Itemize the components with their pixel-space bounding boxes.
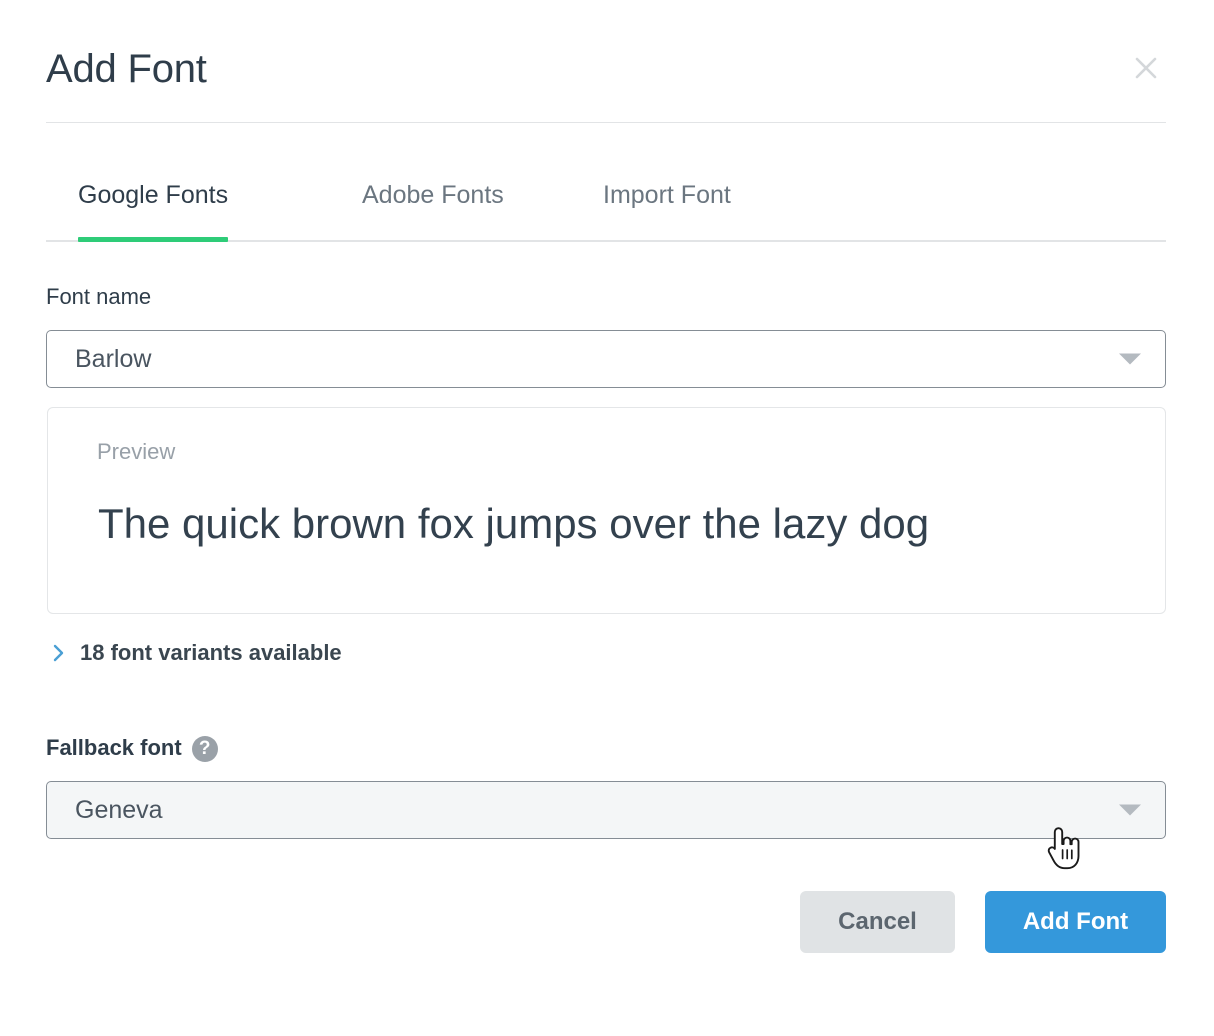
tab-google-fonts[interactable]: Google Fonts [62, 172, 244, 242]
page-title: Add Font [46, 40, 207, 98]
close-icon [1132, 54, 1160, 82]
tab-adobe-fonts[interactable]: Adobe Fonts [346, 172, 520, 242]
fallback-font-label: Fallback font ? [46, 734, 218, 762]
chevron-right-icon [52, 641, 66, 665]
dialog-header: Add Font [46, 40, 1166, 122]
close-button[interactable] [1126, 48, 1166, 88]
font-variants-label: 18 font variants available [80, 639, 342, 667]
add-font-dialog: Add Font Google Fonts Adobe Fonts Import… [0, 0, 1214, 1036]
tab-label: Google Fonts [78, 172, 228, 218]
tab-label: Adobe Fonts [362, 172, 504, 218]
preview-label: Preview [97, 438, 175, 466]
preview-sample-text: The quick brown fox jumps over the lazy … [98, 496, 929, 552]
add-font-button[interactable]: Add Font [985, 891, 1166, 953]
font-name-value: Barlow [75, 331, 151, 387]
fallback-font-value: Geneva [75, 782, 163, 838]
tab-import-font[interactable]: Import Font [587, 172, 747, 242]
help-circle-icon[interactable]: ? [192, 736, 218, 762]
font-name-select[interactable]: Barlow [46, 330, 1166, 388]
chevron-down-icon [1119, 354, 1141, 365]
font-name-label: Font name [46, 283, 151, 311]
fallback-font-select[interactable]: Geneva [46, 781, 1166, 839]
chevron-down-icon [1119, 805, 1141, 816]
fallback-font-label-text: Fallback font [46, 734, 182, 762]
font-variants-toggle[interactable]: 18 font variants available [52, 639, 342, 667]
help-icon-glyph: ? [199, 739, 211, 758]
font-preview-panel: Preview The quick brown fox jumps over t… [47, 407, 1166, 614]
font-source-tabs: Google Fonts Adobe Fonts Import Font [46, 172, 1166, 242]
cancel-button[interactable]: Cancel [800, 891, 955, 953]
header-divider [46, 122, 1166, 123]
tab-label: Import Font [603, 172, 731, 218]
